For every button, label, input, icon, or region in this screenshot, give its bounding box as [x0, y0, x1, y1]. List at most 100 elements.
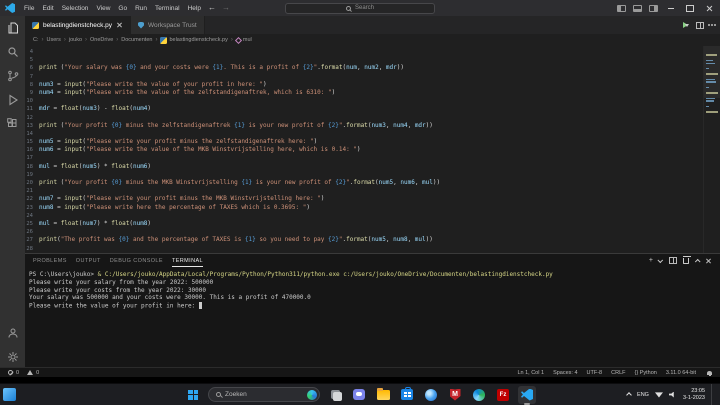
minimize-button[interactable]	[665, 2, 677, 14]
status-item--python[interactable]: {} Python	[635, 370, 657, 376]
breadcrumb-item[interactable]: OneDrive	[90, 37, 113, 43]
code-line: 7	[25, 73, 703, 81]
taskbar-icon-teams-chat[interactable]	[350, 386, 368, 404]
breadcrumb-item[interactable]: jouko	[69, 37, 82, 43]
panel-tab-terminal[interactable]: TERMINAL	[172, 254, 203, 267]
line-number: 16	[25, 146, 39, 154]
maximize-button[interactable]	[684, 2, 696, 14]
taskbar-icon-filezilla[interactable]: Fz	[494, 386, 512, 404]
toggle-sidebar-icon[interactable]	[617, 5, 626, 12]
kill-terminal-icon[interactable]	[683, 258, 689, 264]
taskbar-icon-vscode[interactable]	[518, 386, 536, 404]
menu-view[interactable]: View	[92, 5, 114, 12]
split-terminal-icon[interactable]	[669, 257, 677, 264]
show-desktop-button[interactable]	[711, 384, 714, 405]
status-bar-right: Ln 1, Col 1 Spaces: 4 UTF-8 CRLF {} Python 3.…	[517, 370, 712, 376]
taskbar-icon-widgets[interactable]	[422, 386, 440, 404]
status-item-3-11-0-64-bit[interactable]: 3.11.0 64-bit	[666, 370, 696, 376]
volume-icon[interactable]	[669, 392, 677, 398]
search-activity-icon[interactable]	[6, 45, 19, 58]
tray-overflow-icon[interactable]	[626, 392, 632, 398]
maximize-panel-icon[interactable]	[695, 258, 701, 264]
code-line: 17	[25, 154, 703, 162]
split-editor-icon[interactable]	[696, 22, 704, 29]
code-line: 11mdr = float(num3) - float(num4)	[25, 105, 703, 113]
terminal[interactable]: PS C:\Users\jouko> & C:/Users/jouko/AppD…	[25, 267, 720, 367]
tab-belastingdienstcheck[interactable]: belastingdienstcheck.py	[25, 16, 131, 34]
close-button[interactable]	[703, 2, 715, 14]
wifi-icon[interactable]	[655, 392, 663, 398]
code-line: 28	[25, 245, 703, 253]
menu-help[interactable]: Help	[184, 5, 205, 12]
settings-gear-icon[interactable]	[6, 350, 19, 363]
line-number: 23	[25, 204, 39, 212]
menu-run[interactable]: Run	[131, 5, 151, 12]
status-item-crlf[interactable]: CRLF	[611, 370, 625, 376]
breadcrumb-item[interactable]: belastingdienstcheck.py	[160, 37, 227, 44]
taskbar-icon-microsoft-store[interactable]	[398, 386, 416, 404]
terminal-line: Your salary was 500000 and your costs we…	[29, 294, 720, 302]
menu-terminal[interactable]: Terminal	[151, 5, 184, 12]
source-control-icon[interactable]	[6, 69, 19, 82]
tab-workspace-trust[interactable]: Workspace Trust	[131, 16, 205, 34]
bing-icon	[307, 390, 317, 400]
extensions-icon[interactable]	[6, 117, 19, 130]
taskbar-search[interactable]: Zoeken	[208, 387, 320, 402]
breadcrumb-item[interactable]: C:	[33, 37, 39, 43]
minimap[interactable]	[703, 46, 720, 253]
breadcrumb-item[interactable]: Users	[47, 37, 61, 43]
run-debug-icon[interactable]	[6, 93, 19, 106]
command-center-label: Search	[355, 5, 374, 11]
file-explorer-icon	[377, 390, 390, 400]
close-tab-icon[interactable]	[116, 22, 123, 29]
menu-edit[interactable]: Edit	[38, 5, 57, 12]
terminal-dropdown-icon[interactable]	[657, 257, 663, 263]
toggle-panel-icon[interactable]	[633, 5, 642, 12]
new-terminal-icon[interactable]: +	[649, 257, 653, 264]
close-panel-icon[interactable]	[705, 257, 712, 264]
panel-tab-output[interactable]: OUTPUT	[76, 254, 101, 267]
desktop: FileEditSelectionViewGoRunTerminalHelp ←…	[0, 0, 720, 405]
start-button[interactable]	[184, 386, 202, 404]
toggle-secondary-sidebar-icon[interactable]	[649, 5, 658, 12]
line-number: 6	[25, 64, 39, 72]
line-number: 25	[25, 220, 39, 228]
notifications-bell-icon[interactable]	[707, 371, 712, 375]
code-line: 24	[25, 212, 703, 220]
code-line: 13print ("Your profit {0} minus the zelf…	[25, 122, 703, 130]
editor-actions	[683, 16, 720, 34]
terminal-line: Please write your salary from the year 2…	[29, 279, 720, 287]
more-actions-icon[interactable]	[711, 24, 713, 26]
breadcrumb-item[interactable]: mul	[236, 37, 252, 43]
explorer-icon[interactable]	[6, 21, 19, 34]
panel-tab-problems[interactable]: PROBLEMS	[33, 254, 67, 267]
code-line: 26	[25, 228, 703, 236]
command-center[interactable]: Search	[285, 3, 435, 14]
menu-go[interactable]: Go	[114, 5, 131, 12]
menu-file[interactable]: File	[20, 5, 38, 12]
clock[interactable]: 23:05 3-1-2023	[683, 388, 705, 401]
taskbar-icon-file-explorer[interactable]	[374, 386, 392, 404]
system-tray: ENG 23:05 3-1-2023	[627, 384, 720, 405]
taskbar-icon-mcafee[interactable]: M	[446, 386, 464, 404]
line-number: 11	[25, 105, 39, 113]
code-editor[interactable]: 456print ("Your salary was {0} and your …	[25, 46, 720, 253]
problems-status[interactable]: 0 0	[8, 370, 39, 376]
taskbar-icon-task-view[interactable]	[326, 386, 344, 404]
status-item-spaces-4[interactable]: Spaces: 4	[553, 370, 577, 376]
menu-selection[interactable]: Selection	[58, 5, 93, 12]
panel-tab-debug-console[interactable]: DEBUG CONSOLE	[110, 254, 163, 267]
status-item-ln-1-col-1[interactable]: Ln 1, Col 1	[517, 370, 544, 376]
bottom-panel: PROBLEMS OUTPUT DEBUG CONSOLE TERMINAL + PS…	[25, 253, 720, 367]
run-python-file-icon[interactable]	[683, 22, 689, 28]
search-icon	[346, 6, 351, 11]
status-item-utf-8[interactable]: UTF-8	[587, 370, 603, 376]
nav-forward-icon[interactable]: →	[219, 4, 233, 12]
nav-back-icon[interactable]: ←	[205, 4, 219, 12]
taskbar-icon-edge[interactable]	[470, 386, 488, 404]
account-icon[interactable]	[6, 326, 19, 339]
breadcrumb-item[interactable]: Documenten	[121, 37, 152, 43]
line-number: 10	[25, 97, 39, 105]
widgets-corner-icon[interactable]	[3, 388, 16, 401]
language-indicator[interactable]: ENG	[637, 392, 649, 398]
